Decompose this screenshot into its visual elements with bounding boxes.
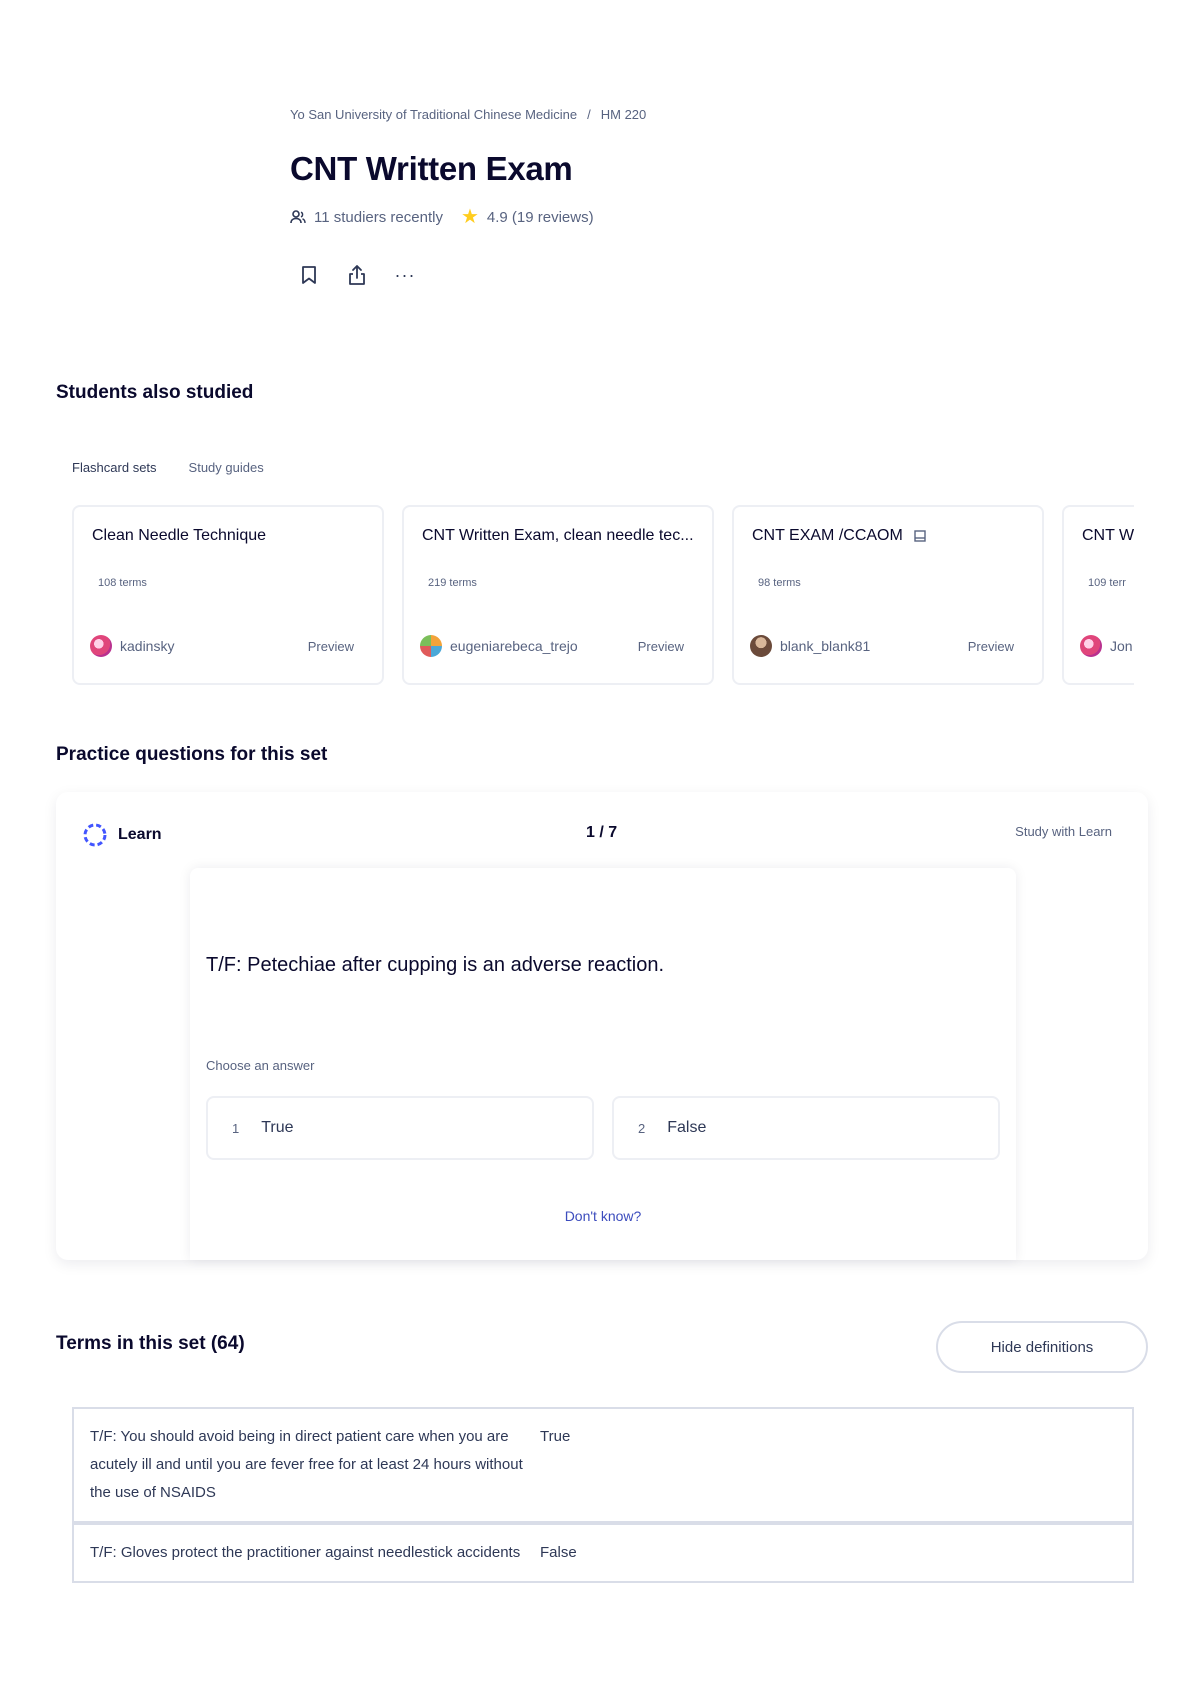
study-with-learn-link[interactable]: Study with Learn [1015,824,1112,839]
preview-button[interactable]: Preview [308,639,354,654]
card-title: Clean Needle Technique [92,527,267,544]
avatar [90,635,112,657]
share-button[interactable] [344,262,370,288]
question-card: T/F: Petechiae after cupping is an adver… [190,868,1016,1260]
students-also-studied-heading: Students also studied [56,382,254,403]
card-author[interactable]: Jon [1080,635,1133,657]
answer-option-true[interactable]: 1 True [206,1096,594,1160]
learn-mode-label: Learn [82,822,162,848]
breadcrumb-course[interactable]: HM 220 [601,107,647,122]
term-text: T/F: You should avoid being in direct pa… [90,1428,523,1501]
card-title: CNT Written Exam, clean needle tec... [422,527,694,544]
preview-button[interactable]: Preview [968,639,1014,654]
breadcrumb-separator: / [587,107,591,122]
term-text: T/F: Gloves protect the practitioner aga… [90,1544,521,1561]
people-icon [290,210,306,224]
related-set-card[interactable]: Clean Needle Technique 108 terms kadinsk… [72,505,384,685]
card-author[interactable]: blank_blank81 [750,635,870,657]
page-title: CNT Written Exam [290,150,573,187]
rating[interactable]: ★ 4.9 (19 reviews) [461,207,594,227]
preview-button[interactable]: Preview [638,639,684,654]
card-term-count: 109 terr [1088,577,1126,589]
more-icon: ··· [394,264,416,285]
more-options-button[interactable]: ··· [392,262,418,288]
breadcrumb: Yo San University of Traditional Chinese… [290,107,646,122]
answer-options: 1 True 2 False [206,1096,1000,1160]
related-set-card[interactable]: CNT EXAM /CCAOM 98 terms blank_blank81 P… [732,505,1044,685]
study-tabs: Flashcard sets Study guides [72,460,264,475]
option-number: 2 [638,1120,646,1136]
star-icon: ★ [460,206,479,228]
card-title: CNT W [1082,527,1134,544]
share-icon [349,265,365,285]
practice-heading: Practice questions for this set [56,744,328,765]
card-title: CNT EXAM /CCAOM [752,527,1024,545]
learn-icon [83,823,107,847]
avatar [750,635,772,657]
option-label: True [261,1119,294,1136]
definition-text: True [540,1428,571,1445]
question-progress: 1 / 7 [586,824,618,841]
dont-know-button[interactable]: Don't know? [190,1208,1016,1224]
breadcrumb-school[interactable]: Yo San University of Traditional Chinese… [290,107,577,122]
avatar [420,635,442,657]
term-row: T/F: Gloves protect the practitioner aga… [74,1521,1132,1581]
option-label: False [667,1119,707,1136]
save-button[interactable] [296,262,322,288]
set-actions: ··· [296,262,418,288]
card-author[interactable]: eugeniarebeca_trejo [420,635,578,657]
terms-heading: Terms in this set (64) [56,1333,245,1354]
term-row: T/F: You should avoid being in direct pa… [74,1409,1132,1521]
tab-flashcard-sets[interactable]: Flashcard sets [72,460,157,475]
studiers-count: 11 studiers recently [314,208,443,226]
option-number: 1 [232,1120,240,1136]
related-set-card[interactable]: CNT Written Exam, clean needle tec... 21… [402,505,714,685]
answer-option-false[interactable]: 2 False [612,1096,1000,1160]
set-meta: 11 studiers recently ★ 4.9 (19 reviews) [290,207,594,227]
related-sets-carousel[interactable]: Clean Needle Technique 108 terms kadinsk… [72,505,1134,690]
card-author[interactable]: kadinsky [90,635,174,657]
rating-text: 4.9 (19 reviews) [486,208,594,226]
avatar [1080,635,1102,657]
card-term-count: 98 terms [758,577,801,589]
choose-answer-label: Choose an answer [206,1058,315,1073]
practice-panel: Learn 1 / 7 Study with Learn T/F: Petech… [56,792,1148,1260]
terms-list: T/F: You should avoid being in direct pa… [72,1407,1134,1583]
question-text: T/F: Petechiae after cupping is an adver… [206,954,665,976]
card-term-count: 219 terms [428,577,477,589]
tab-study-guides[interactable]: Study guides [189,460,264,475]
bookmark-icon [302,266,316,284]
card-term-count: 108 terms [98,577,147,589]
hide-definitions-button[interactable]: Hide definitions [936,1321,1148,1373]
study-guide-icon [914,530,926,542]
studiers-info: 11 studiers recently [290,209,443,226]
related-set-card[interactable]: CNT W 109 terr Jon [1062,505,1134,685]
definition-text: False [540,1544,577,1561]
